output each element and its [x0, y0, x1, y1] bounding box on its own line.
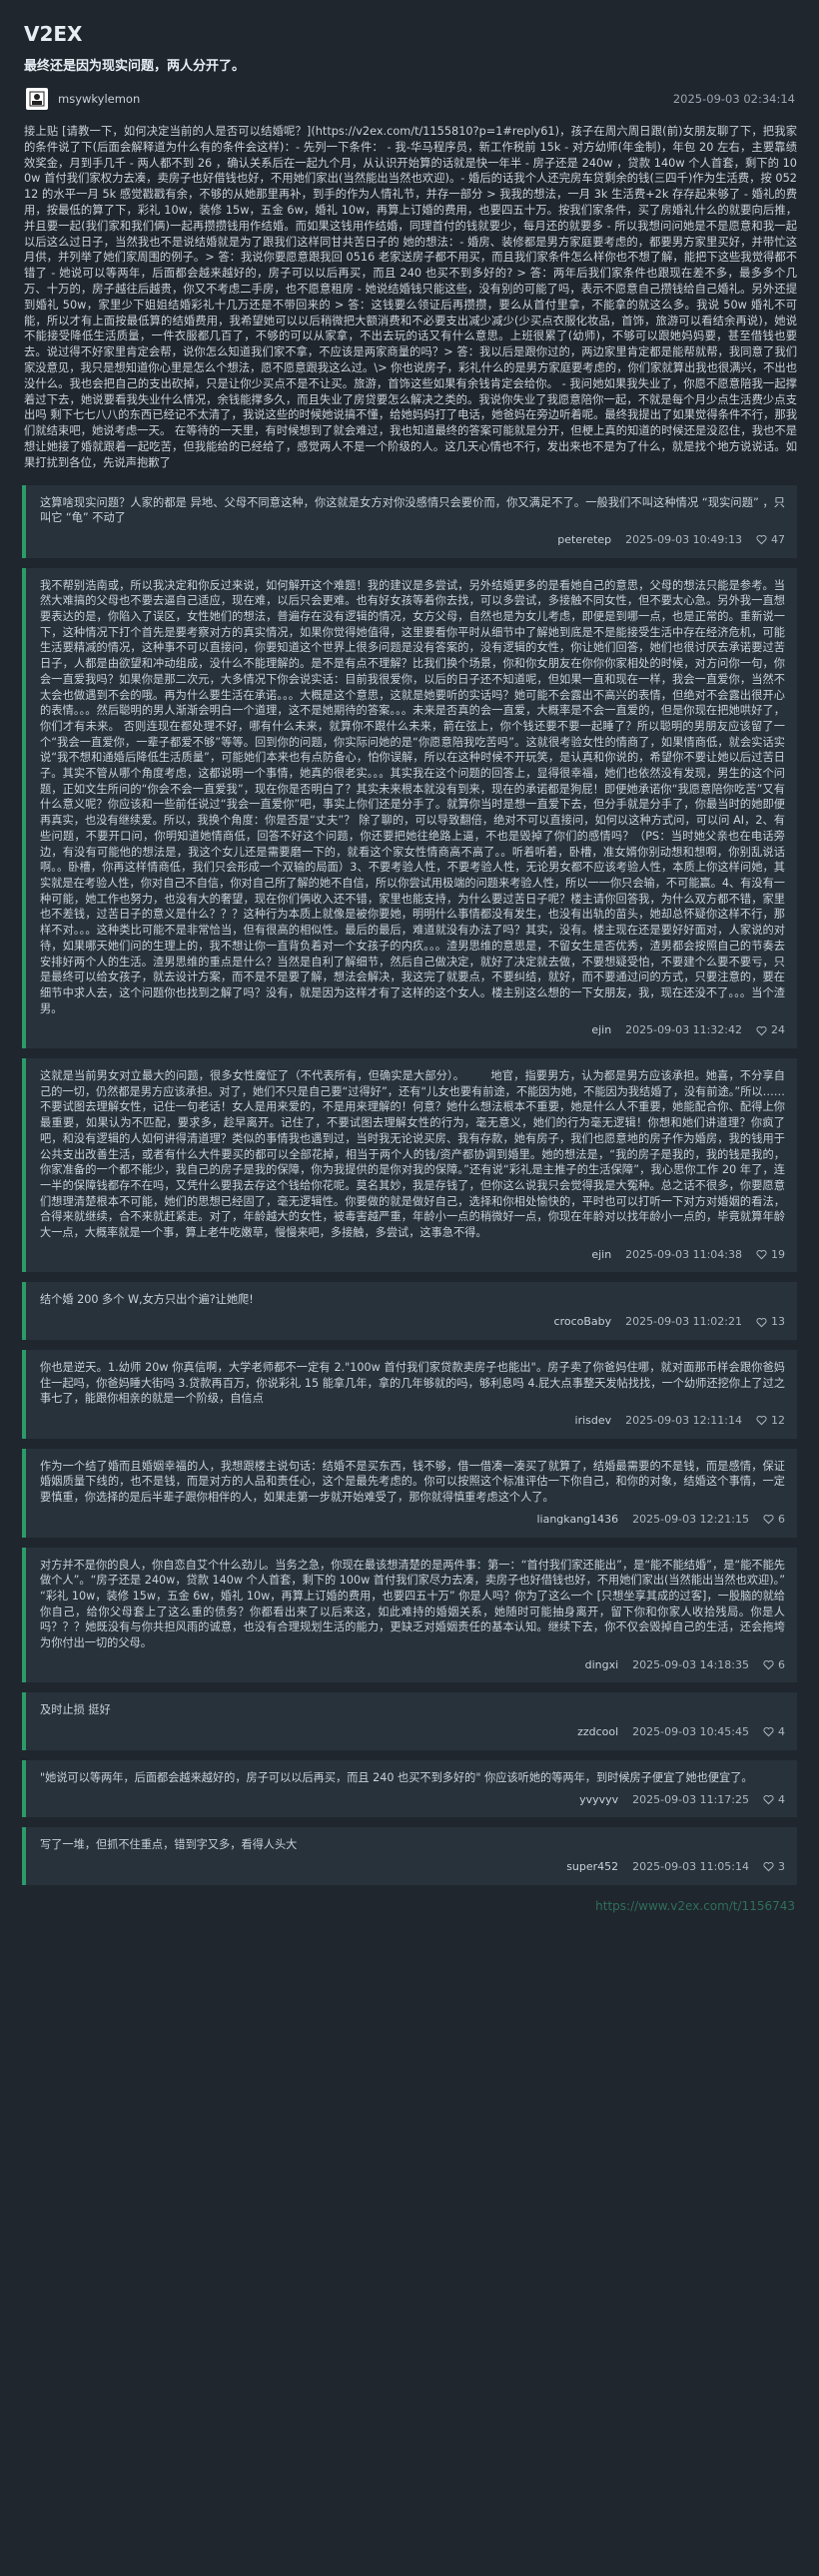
heart-icon [763, 1727, 774, 1737]
reply-content: 这就是当前男女对立最大的问题，很多女性魔怔了（不代表所有，但确实是大部分）。 地… [40, 1069, 785, 1240]
reply-item: "她说可以等两年，后面都会越来越好的，房子可以以后再买，而且 240 也买不到多… [22, 1759, 797, 1818]
reply-time: 2025-09-03 11:04:38 [625, 1247, 742, 1261]
reply-meta: dingxi 2025-09-03 14:18:35 6 [40, 1657, 785, 1673]
like-button[interactable]: 12 [756, 1413, 785, 1429]
reply-time: 2025-09-03 12:11:14 [625, 1413, 742, 1427]
reply-item: 对方并不是你的良人，你自恋自艾个什么劲儿。当务之急，你现在最该想清楚的是两件事：… [22, 1547, 797, 1683]
reply-user[interactable]: ejin [591, 1247, 611, 1263]
like-count: 24 [771, 1023, 785, 1037]
reply-time: 2025-09-03 11:02:21 [625, 1315, 742, 1329]
reply-user[interactable]: dingxi [585, 1657, 619, 1673]
reply-meta: ejin 2025-09-03 11:32:42 24 [40, 1022, 785, 1038]
reply-time: 2025-09-03 10:45:45 [632, 1725, 749, 1739]
like-count: 47 [771, 532, 785, 546]
like-button[interactable]: 3 [763, 1859, 785, 1875]
reply-time: 2025-09-03 12:21:15 [632, 1512, 749, 1526]
like-button[interactable]: 47 [756, 532, 785, 548]
reply-time: 2025-09-03 11:05:14 [632, 1859, 749, 1873]
heart-icon [756, 1416, 767, 1426]
reply-item: 作为一个结了婚而且婚姻幸福的人，我想跟楼主说句话：结婚不是买东西，钱不够，借一借… [22, 1448, 797, 1538]
like-count: 6 [778, 1657, 785, 1671]
reply-user[interactable]: crocoBaby [554, 1314, 612, 1330]
reply-user[interactable]: zzdcool [577, 1724, 618, 1740]
reply-time: 2025-09-03 11:17:25 [632, 1792, 749, 1806]
like-button[interactable]: 6 [763, 1657, 785, 1673]
reply-item: 结个婚 200 多个 W,女方只出个遍?让她爬! crocoBaby 2025-… [22, 1282, 797, 1340]
heart-icon [756, 1317, 767, 1327]
reply-time: 2025-09-03 10:49:13 [625, 532, 742, 546]
like-count: 4 [778, 1725, 785, 1739]
footer-url[interactable]: https://www.v2ex.com/t/1156743 [22, 1899, 795, 1913]
like-count: 4 [778, 1792, 785, 1806]
like-count: 3 [778, 1859, 785, 1873]
heart-icon [756, 1250, 767, 1260]
heart-icon [763, 1515, 774, 1525]
author-info: msywkylemon [26, 88, 140, 110]
reply-meta: super452 2025-09-03 11:05:14 3 [40, 1859, 785, 1875]
reply-content: 我不帮别浩南或，所以我决定和你反过来说，如何解开这个难题！我的建议是多尝试，另外… [40, 578, 785, 1015]
reply-time: 2025-09-03 11:32:42 [625, 1023, 742, 1037]
reply-content: 及时止损 挺好 [40, 1703, 111, 1717]
reply-time: 2025-09-03 14:18:35 [632, 1657, 749, 1671]
topic-author[interactable]: msywkylemon [58, 92, 140, 106]
reply-user[interactable]: irisdev [575, 1413, 612, 1429]
reply-item: 这算啥现实问题？人家的都是 异地、父母不同意这种，你这就是女方对你没感情只会要价… [22, 484, 797, 558]
reply-content: 你也是逆天。1.幼师 20w 你真信啊，大学老师都不一定有 2."100w 首付… [40, 1360, 785, 1406]
heart-icon [756, 535, 767, 545]
heart-icon [756, 1025, 767, 1036]
avatar-icon-glyph [29, 91, 45, 107]
reply-item: 及时止损 挺好 zzdcool 2025-09-03 10:45:45 4 [22, 1692, 797, 1750]
heart-icon [763, 1660, 774, 1670]
reply-item: 这就是当前男女对立最大的问题，很多女性魔怔了（不代表所有，但确实是大部分）。 地… [22, 1058, 797, 1273]
like-button[interactable]: 4 [763, 1792, 785, 1808]
reply-user[interactable]: ejin [591, 1022, 611, 1038]
topic-time: 2025-09-03 02:34:14 [672, 92, 795, 106]
page: V2EX 最终还是因为现实问题，两人分开了。 msywkylemon 2025-… [0, 0, 819, 1913]
topic-content: 接上贴 [请教一下，如何决定当前的人是否可以结婚呢？](https://v2ex… [24, 125, 797, 469]
reply-list: 这算啥现实问题？人家的都是 异地、父母不同意这种，你这就是女方对你没感情只会要价… [22, 484, 797, 1885]
reply-meta: ejin 2025-09-03 11:04:38 19 [40, 1247, 785, 1263]
topic-title: 最终还是因为现实问题，两人分开了。 [24, 59, 246, 74]
like-button[interactable]: 24 [756, 1022, 785, 1038]
reply-user[interactable]: super452 [566, 1859, 618, 1875]
like-count: 12 [771, 1413, 785, 1427]
reply-user[interactable]: yvyvyv [579, 1792, 618, 1808]
like-button[interactable]: 19 [756, 1247, 785, 1263]
reply-meta: peteretep 2025-09-03 10:49:13 47 [40, 532, 785, 548]
reply-user[interactable]: peteretep [557, 532, 611, 548]
like-count: 19 [771, 1247, 785, 1261]
reply-meta: yvyvyv 2025-09-03 11:17:25 4 [40, 1792, 785, 1808]
heart-icon [763, 1862, 774, 1872]
reply-content: 对方并不是你的良人，你自恋自艾个什么劲儿。当务之急，你现在最该想清楚的是两件事：… [40, 1558, 789, 1650]
like-count: 6 [778, 1512, 785, 1526]
reply-item: 你也是逆天。1.幼师 20w 你真信啊，大学老师都不一定有 2."100w 首付… [22, 1349, 797, 1439]
reply-meta: irisdev 2025-09-03 12:11:14 12 [40, 1413, 785, 1429]
reply-meta: crocoBaby 2025-09-03 11:02:21 13 [40, 1314, 785, 1330]
reply-content: 作为一个结了婚而且婚姻幸福的人，我想跟楼主说句话：结婚不是买东西，钱不够，借一借… [40, 1459, 785, 1505]
reply-item: 写了一堆，但抓不住重点，错到字又多，看得人头大 super452 2025-09… [22, 1827, 797, 1885]
reply-meta: liangkang1436 2025-09-03 12:21:15 6 [40, 1512, 785, 1528]
reply-content: 结个婚 200 多个 W,女方只出个遍?让她爬! [40, 1293, 254, 1307]
like-button[interactable]: 13 [756, 1314, 785, 1330]
reply-item: 我不帮别浩南或，所以我决定和你反过来说，如何解开这个难题！我的建议是多尝试，另外… [22, 567, 797, 1049]
topic-author-row: msywkylemon 2025-09-03 02:34:14 [22, 86, 797, 112]
avatar-icon[interactable] [26, 88, 48, 110]
like-button[interactable]: 6 [763, 1512, 785, 1528]
heart-icon [763, 1794, 774, 1805]
like-count: 13 [771, 1315, 785, 1329]
reply-content: 写了一堆，但抓不住重点，错到字又多，看得人头大 [40, 1838, 298, 1852]
like-button[interactable]: 4 [763, 1724, 785, 1740]
site-title[interactable]: V2EX [24, 22, 797, 46]
reply-meta: zzdcool 2025-09-03 10:45:45 4 [40, 1724, 785, 1740]
reply-content: 这算啥现实问题？人家的都是 异地、父母不同意这种，你这就是女方对你没感情只会要价… [40, 495, 785, 525]
reply-user[interactable]: liangkang1436 [536, 1512, 618, 1528]
reply-content: "她说可以等两年，后面都会越来越好的，房子可以以后再买，而且 240 也买不到多… [40, 1770, 753, 1784]
